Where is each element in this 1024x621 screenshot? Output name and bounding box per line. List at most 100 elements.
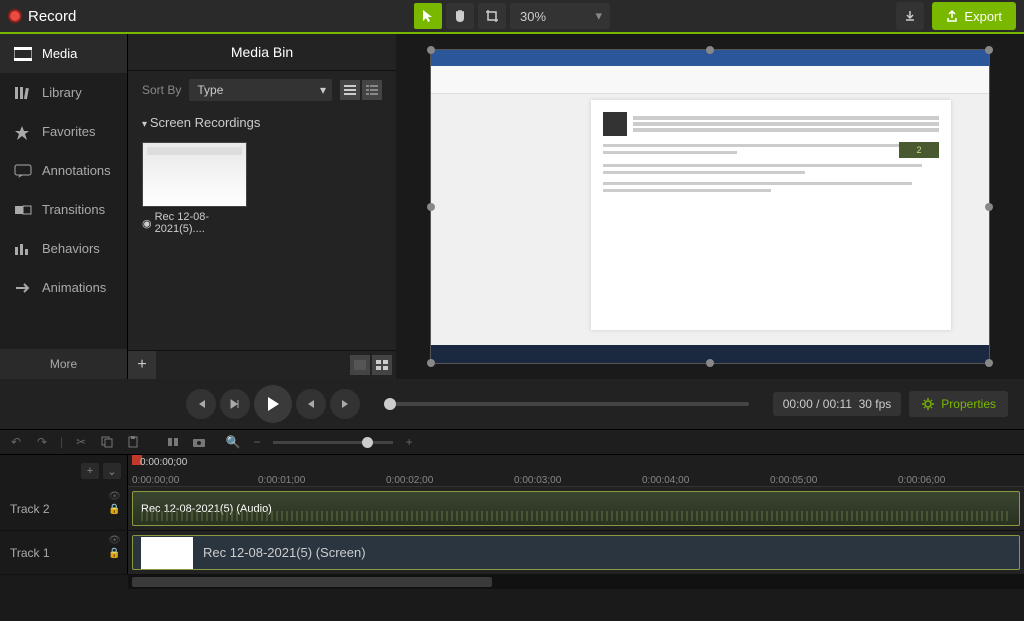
ruler-tick: 0:00:04;00 [642,475,689,486]
left-sidebar: Media Library Favorites Annotations Tran… [0,34,128,379]
properties-button[interactable]: Properties [909,391,1008,417]
playback-scrubber[interactable] [384,402,749,406]
grid-view-button[interactable] [372,355,392,375]
download-button[interactable] [896,2,924,30]
crop-tool[interactable] [478,3,506,29]
thumb-view-button[interactable] [350,355,370,375]
add-media-button[interactable]: + [128,351,156,379]
sidebar-item-library[interactable]: Library [0,73,127,112]
sidebar-item-favorites[interactable]: Favorites [0,112,127,151]
view-details-button[interactable] [362,80,382,100]
record-icon [8,9,22,23]
preview-content: 2 [431,50,989,363]
library-icon [14,86,32,100]
timeline-scrollbar[interactable] [128,575,1024,589]
scrollbar-thumb[interactable] [132,577,492,587]
clip-thumbnail [141,537,193,569]
track-row-1: Track 1 👁🔒 Rec 12-08-2021(5) (Screen) [0,531,1024,575]
behaviors-icon [14,242,32,256]
timeline-toolbar: ↶ ↷ | ✂ 🔍 − + [0,429,1024,455]
cut-button[interactable]: ✂ [73,434,89,450]
timeline: + ⌄ 0:00:00;00 0:00:00;00 0:00:01;00 0:0… [0,455,1024,589]
resize-handle[interactable] [706,46,714,54]
resize-handle[interactable] [706,359,714,367]
recording-dot-icon: ◉ [142,217,152,230]
thumbnail-image [142,142,247,207]
undo-button[interactable]: ↶ [8,434,24,450]
view-list-button[interactable] [340,80,360,100]
track-row-2: Track 2 👁🔒 Rec 12-08-2021(5) (Audio) [0,487,1024,531]
lock-icon[interactable]: 🔒 [108,504,121,515]
scrubber-handle[interactable] [384,398,396,410]
resize-handle[interactable] [427,359,435,367]
record-label: Record [28,8,76,25]
prev-frame-button[interactable] [186,389,216,419]
redo-button[interactable]: ↷ [34,434,50,450]
ruler-tick: 0:00:02;00 [386,475,433,486]
snapshot-button[interactable] [191,434,207,450]
zoom-slider-thumb[interactable] [362,437,373,448]
record-button[interactable]: Record [8,8,76,25]
next-marker-button[interactable] [220,389,250,419]
sort-select[interactable]: Type [189,79,332,101]
sidebar-item-animations[interactable]: Animations [0,268,127,307]
collapse-tracks-button[interactable]: ⌄ [103,463,121,479]
track-label[interactable]: Track 1 👁🔒 [0,531,128,574]
media-icon [14,47,32,61]
media-bin-panel: Media Bin Sort By Type Screen Recordings… [128,34,396,379]
media-bin-title: Media Bin [128,34,396,71]
resize-handle[interactable] [985,46,993,54]
playback-bar: 00:00 / 00:11 30 fps Properties [0,379,1024,429]
resize-handle[interactable] [427,203,435,211]
export-button[interactable]: Export [932,2,1016,30]
animations-icon [14,281,32,295]
step-fwd-button[interactable] [330,389,360,419]
canvas-tool-group: 30% [414,3,610,29]
ruler-tick: 0:00:06;00 [898,475,945,486]
resize-handle[interactable] [985,203,993,211]
time-display: 00:00 / 00:11 30 fps [773,392,902,416]
sidebar-item-annotations[interactable]: Annotations [0,151,127,190]
gear-icon [921,397,935,411]
eye-icon[interactable]: 👁 [108,535,121,546]
step-back-button[interactable] [296,389,326,419]
lock-icon[interactable]: 🔒 [108,548,121,559]
resize-handle[interactable] [427,46,435,54]
select-tool[interactable] [414,3,442,29]
media-section-header[interactable]: Screen Recordings [128,109,396,136]
eye-icon[interactable]: 👁 [108,491,121,502]
split-button[interactable] [165,434,181,450]
play-button[interactable] [254,385,292,423]
sidebar-item-transitions[interactable]: Transitions [0,190,127,229]
sort-label: Sort By [142,83,181,97]
zoom-search-icon: 🔍 [225,434,241,450]
canvas-area[interactable]: 2 [396,34,1024,379]
zoom-in-button[interactable]: + [401,434,417,450]
ruler-tick: 0:00:05;00 [770,475,817,486]
timeline-zoom-slider[interactable] [273,441,393,444]
media-thumbnail[interactable]: ◉ Rec 12-08-2021(5).... [142,142,247,235]
sidebar-more[interactable]: More [0,349,127,379]
paste-button[interactable] [125,434,141,450]
thumbnail-label: ◉ Rec 12-08-2021(5).... [142,207,247,235]
top-toolbar: Record 30% Export [0,0,1024,34]
resize-handle[interactable] [985,359,993,367]
audio-clip[interactable]: Rec 12-08-2021(5) (Audio) [132,491,1020,526]
sidebar-item-media[interactable]: Media [0,34,127,73]
ruler-tick: 0:00:03;00 [514,475,561,486]
zoom-out-button[interactable]: − [249,434,265,450]
video-clip[interactable]: Rec 12-08-2021(5) (Screen) [132,535,1020,570]
playhead-time: 0:00:00;00 [140,457,187,468]
export-icon [946,9,958,23]
ruler-tick: 0:00:00;00 [132,475,179,486]
sidebar-item-behaviors[interactable]: Behaviors [0,229,127,268]
ruler-tick: 0:00:01;00 [258,475,305,486]
transitions-icon [14,203,32,217]
pan-tool[interactable] [446,3,474,29]
copy-button[interactable] [99,434,115,450]
timeline-ruler[interactable]: 0:00:00;00 0:00:00;00 0:00:01;00 0:00:02… [128,455,1024,487]
add-track-button[interactable]: + [81,463,99,479]
zoom-select[interactable]: 30% [510,3,610,29]
canvas-clip[interactable]: 2 [430,49,990,364]
track-label[interactable]: Track 2 👁🔒 [0,487,128,530]
